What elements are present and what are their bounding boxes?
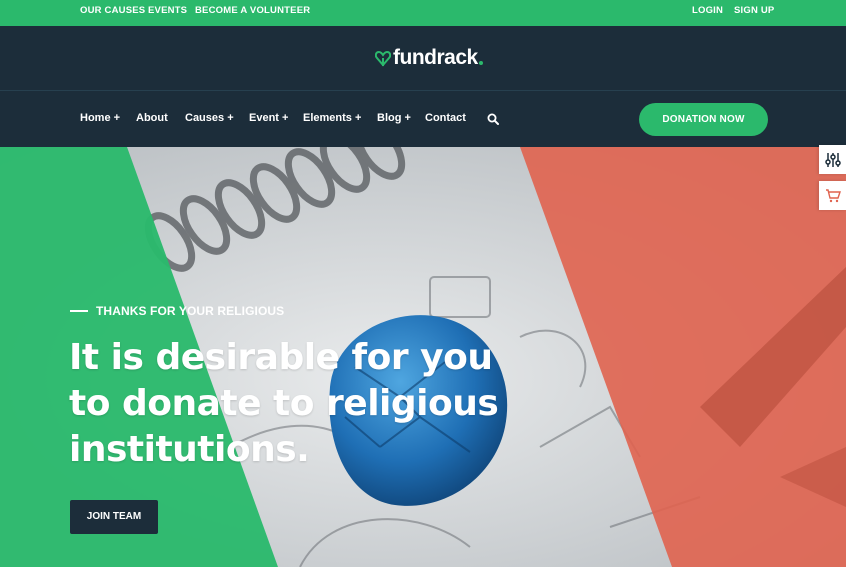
- top-bar: OUR CAUSES EVENTS BECOME A VOLUNTEER LOG…: [0, 0, 846, 26]
- logo-dot: [478, 61, 483, 65]
- eyebrow-line: [70, 310, 88, 312]
- header-brand-band: fundrack: [0, 26, 846, 91]
- nav-item-causes[interactable]: Causes +: [185, 91, 234, 145]
- search-icon[interactable]: [487, 113, 499, 125]
- join-team-button[interactable]: JOIN TEAM: [70, 500, 158, 534]
- settings-panel-toggle[interactable]: [819, 145, 846, 174]
- nav-item-contact[interactable]: Contact: [425, 91, 466, 145]
- headline-line-3: institutions.: [69, 429, 310, 470]
- shopping-cart-icon: [825, 188, 841, 202]
- headline-line-1: It is desirable for you: [69, 337, 493, 378]
- nav-item-blog[interactable]: Blog +: [377, 91, 411, 145]
- main-nav: Home + About Causes + Event + Elements +…: [0, 91, 846, 147]
- heart-hand-icon: [375, 50, 391, 67]
- nav-item-home[interactable]: Home +: [80, 91, 120, 145]
- headline-line-2: to donate to religious: [69, 383, 499, 424]
- topbar-link-events[interactable]: EVENTS: [148, 0, 187, 22]
- logo-wordmark: fundrack: [393, 46, 478, 69]
- cart-toggle[interactable]: [819, 181, 846, 210]
- site-logo[interactable]: fundrack: [375, 43, 483, 73]
- nav-item-elements[interactable]: Elements +: [303, 91, 361, 145]
- topbar-link-sign-up[interactable]: SIGN UP: [734, 0, 774, 22]
- hero-eyebrow-text: THANKS FOR YOUR RELIGIOUS: [96, 304, 285, 318]
- topbar-link-our-causes[interactable]: OUR CAUSES: [80, 0, 145, 22]
- hero-banner: THANKS FOR YOUR RELIGIOUS It is desirabl…: [0, 147, 846, 567]
- hero-eyebrow: THANKS FOR YOUR RELIGIOUS: [70, 304, 284, 318]
- nav-item-event[interactable]: Event +: [249, 91, 288, 145]
- topbar-link-login[interactable]: LOGIN: [692, 0, 723, 22]
- donation-now-button[interactable]: DONATION NOW: [639, 103, 768, 136]
- hero-headline: It is desirable for you to donate to rel…: [69, 335, 529, 473]
- topbar-link-become-volunteer[interactable]: BECOME A VOLUNTEER: [195, 0, 310, 22]
- nav-item-about[interactable]: About: [136, 91, 168, 145]
- settings-sliders-icon: [824, 152, 841, 167]
